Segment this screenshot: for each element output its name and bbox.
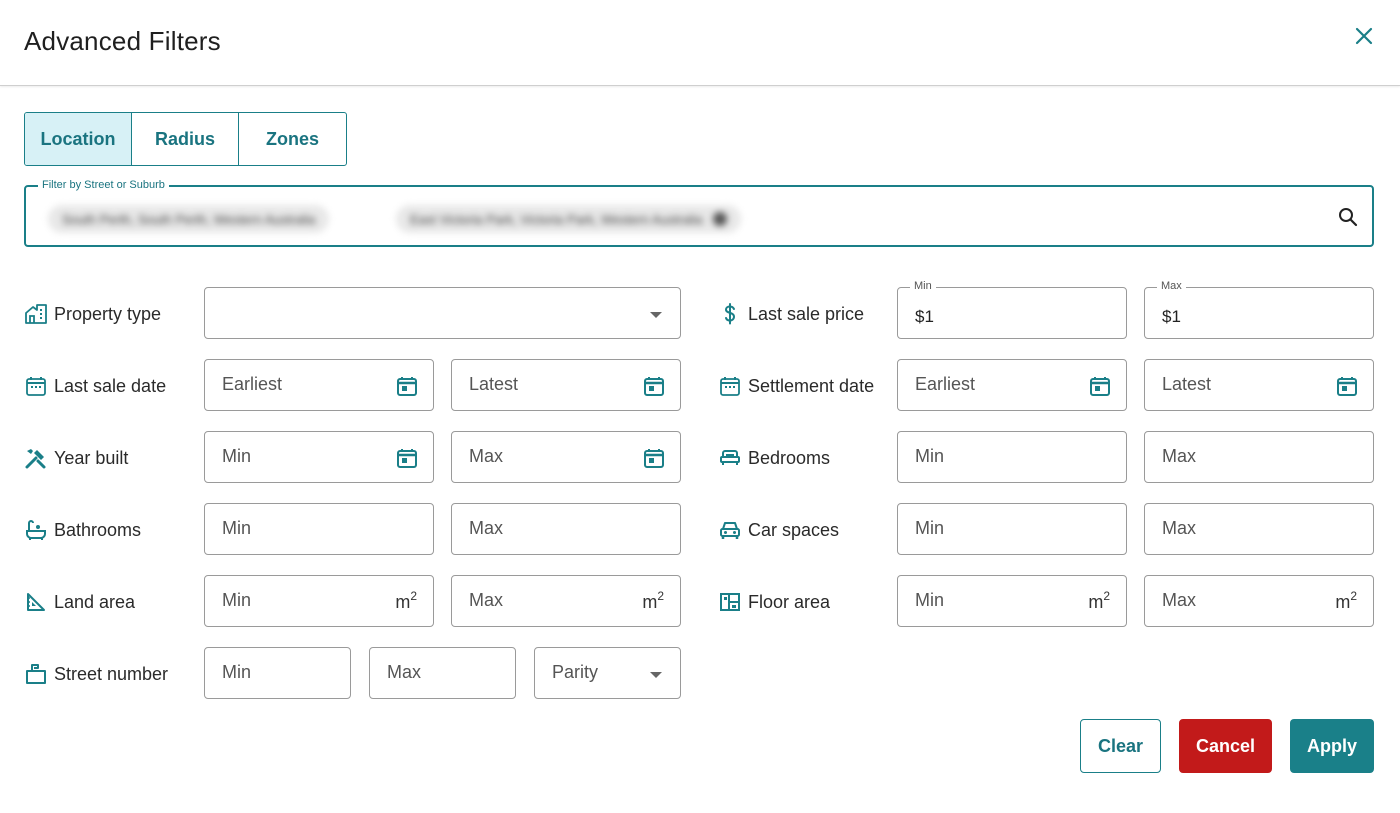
square-metre-unit: m2 — [1335, 589, 1357, 612]
settlement-date-label: Settlement date — [718, 360, 874, 412]
car-spaces-label: Car spaces — [718, 504, 839, 556]
car-icon — [720, 522, 740, 539]
street-suburb-search-field[interactable]: Filter by Street or Suburb South Perth, … — [24, 179, 1374, 247]
calendar-icon — [26, 377, 46, 396]
calendar-icon[interactable] — [395, 374, 419, 398]
dialog-title: Advanced Filters — [24, 26, 221, 56]
floor-area-label: Floor area — [718, 576, 830, 628]
calendar-icon[interactable] — [1088, 374, 1112, 398]
last-sale-price-max-input[interactable]: Max $1 — [1144, 280, 1374, 339]
cancel-button[interactable]: Cancel — [1179, 719, 1272, 773]
tab-radius[interactable]: Radius — [132, 113, 239, 165]
bathtub-icon — [26, 519, 46, 540]
clear-button[interactable]: Clear — [1080, 719, 1161, 773]
calendar-icon[interactable] — [395, 446, 419, 470]
search-icon[interactable] — [1336, 205, 1360, 229]
floor-area-min-input[interactable]: Min m2 — [897, 575, 1127, 627]
building-icon — [25, 304, 47, 324]
street-number-min-input[interactable]: Min — [204, 647, 351, 699]
land-area-min-input[interactable]: Min m2 — [204, 575, 434, 627]
search-field-label: Filter by Street or Suburb — [38, 179, 169, 191]
property-type-select[interactable] — [204, 287, 681, 339]
year-built-min-input[interactable]: Min — [204, 431, 434, 483]
settlement-date-earliest-input[interactable]: Earliest — [897, 359, 1127, 411]
street-number-max-input[interactable]: Max — [369, 647, 516, 699]
tab-location[interactable]: Location — [25, 113, 132, 165]
chip-remove-icon[interactable] — [712, 212, 727, 226]
calendar-icon[interactable] — [1335, 374, 1359, 398]
last-sale-price-label: Last sale price — [718, 288, 864, 340]
chevron-down-icon — [650, 312, 662, 318]
property-type-label: Property type — [24, 288, 161, 340]
bed-icon — [720, 450, 740, 465]
bathrooms-min-input[interactable]: Min — [204, 503, 434, 555]
calendar-icon — [720, 377, 740, 396]
land-area-max-input[interactable]: Max m2 — [451, 575, 681, 627]
floor-area-max-input[interactable]: Max m2 — [1144, 575, 1374, 627]
calendar-icon[interactable] — [642, 446, 666, 470]
tools-icon — [25, 449, 46, 469]
close-icon[interactable] — [1352, 24, 1376, 48]
last-sale-date-label: Last sale date — [24, 360, 166, 412]
square-metre-unit: m2 — [395, 589, 417, 612]
year-built-max-input[interactable]: Max — [451, 431, 681, 483]
chip-label: East Victoria Park, Victoria Park, Weste… — [410, 211, 703, 227]
car-spaces-min-input[interactable]: Min — [897, 503, 1127, 555]
street-number-label: Street number — [24, 648, 168, 700]
apply-button[interactable]: Apply — [1290, 719, 1374, 773]
bathrooms-max-input[interactable]: Max — [451, 503, 681, 555]
bathrooms-label: Bathrooms — [24, 504, 141, 556]
settlement-date-latest-input[interactable]: Latest — [1144, 359, 1374, 411]
calendar-icon[interactable] — [642, 374, 666, 398]
dollar-icon — [724, 303, 736, 325]
bedrooms-label: Bedrooms — [718, 432, 830, 484]
tab-zones[interactable]: Zones — [239, 113, 346, 165]
bedrooms-min-input[interactable]: Min — [897, 431, 1127, 483]
square-metre-unit: m2 — [1088, 589, 1110, 612]
square-metre-unit: m2 — [642, 589, 664, 612]
location-chip[interactable]: East Victoria Park, Victoria Park, Weste… — [396, 205, 741, 233]
floor-plan-icon — [720, 593, 740, 611]
chip-label: South Perth, South Perth, Western Austra… — [62, 211, 316, 227]
parity-select[interactable]: Parity — [534, 647, 681, 699]
bedrooms-max-input[interactable]: Max — [1144, 431, 1374, 483]
last-sale-date-latest-input[interactable]: Latest — [451, 359, 681, 411]
last-sale-price-min-input[interactable]: Min $1 — [897, 280, 1127, 339]
last-sale-date-earliest-input[interactable]: Earliest — [204, 359, 434, 411]
location-chip[interactable]: South Perth, South Perth, Western Austra… — [48, 205, 330, 233]
car-spaces-max-input[interactable]: Max — [1144, 503, 1374, 555]
land-area-label: Land area — [24, 576, 135, 628]
mailbox-icon — [26, 664, 46, 684]
ruler-triangle-icon — [27, 593, 45, 611]
chevron-down-icon — [650, 672, 662, 678]
location-tabs: Location Radius Zones — [24, 112, 347, 166]
dialog-header: Advanced Filters — [0, 0, 1400, 86]
year-built-label: Year built — [24, 432, 128, 484]
